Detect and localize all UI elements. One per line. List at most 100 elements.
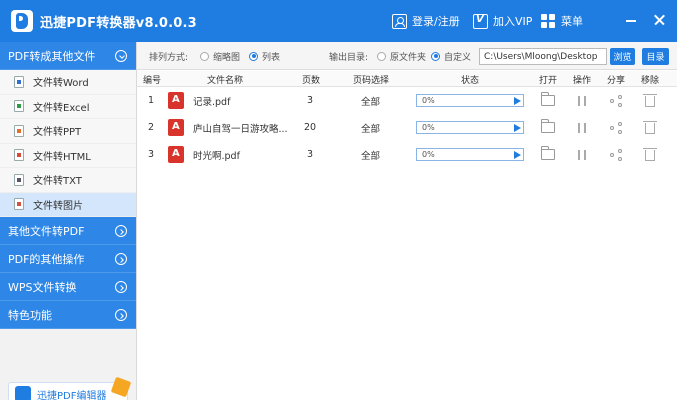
app-title: 迅捷PDF转换器v8.0.0.3 bbox=[40, 16, 197, 31]
output-path-input[interactable] bbox=[479, 48, 607, 65]
browse-button[interactable]: 浏览 bbox=[610, 48, 635, 65]
sidebar-item-excel[interactable]: 文件转Excel bbox=[0, 94, 136, 119]
sidebar-item-ppt[interactable]: 文件转PPT bbox=[0, 119, 136, 144]
sidebar-item-label: 文件转图片 bbox=[33, 200, 83, 212]
title-bar: 迅捷PDF转换器v8.0.0.3 登录/注册 加入VIP 菜单 bbox=[0, 0, 677, 42]
page-select[interactable]: 全部 bbox=[361, 87, 380, 114]
file-name-cell: 时光啊.pdf bbox=[168, 141, 240, 168]
share-icon[interactable] bbox=[610, 121, 622, 134]
radio-icon bbox=[200, 51, 209, 61]
header-status: 状态 bbox=[460, 76, 479, 86]
header-share: 分享 bbox=[606, 76, 625, 86]
chevron-right-icon bbox=[115, 253, 127, 265]
category-wps[interactable]: WPS文件转换 bbox=[0, 273, 136, 301]
page-count: 3 bbox=[307, 149, 314, 160]
header-name: 文件名称 bbox=[206, 76, 243, 86]
ppt-file-icon bbox=[14, 124, 24, 137]
excel-file-icon bbox=[14, 100, 24, 113]
category-pdf-to-other[interactable]: PDF转成其他文件 bbox=[0, 42, 136, 70]
progress-text: 0% bbox=[422, 123, 435, 132]
radio-selected-icon bbox=[249, 51, 258, 61]
sidebar-item-html[interactable]: 文件转HTML bbox=[0, 143, 136, 168]
category-label: 特色功能 bbox=[8, 308, 52, 322]
category-other-to-pdf[interactable]: 其他文件转PDF bbox=[0, 217, 136, 245]
header-action: 操作 bbox=[572, 76, 591, 86]
progress-bar: 0% bbox=[416, 121, 524, 134]
progress-text: 0% bbox=[422, 96, 435, 105]
sidebar: PDF转成其他文件 文件转Word 文件转Excel 文件转PPT 文件转HTM… bbox=[0, 42, 137, 400]
header-index: 编号 bbox=[142, 76, 161, 86]
output-original-label: 原文件夹 bbox=[390, 52, 427, 63]
chevron-right-icon bbox=[115, 309, 127, 321]
html-file-icon bbox=[14, 149, 24, 162]
category-label: PDF的其他操作 bbox=[8, 252, 85, 266]
login-label: 登录/注册 bbox=[412, 15, 460, 28]
header-remove: 移除 bbox=[640, 76, 659, 86]
sidebar-item-label: 文件转TXT bbox=[33, 176, 82, 188]
open-folder-icon[interactable] bbox=[541, 92, 555, 106]
output-original-option[interactable]: 原文件夹 bbox=[377, 42, 426, 70]
open-folder-icon[interactable] bbox=[541, 146, 555, 160]
chevron-down-icon bbox=[115, 50, 127, 62]
open-folder-icon[interactable] bbox=[541, 119, 555, 133]
start-play-icon[interactable] bbox=[514, 124, 521, 132]
main-panel: 排列方式: 缩略图 列表 输出目录: 原文件夹 自定义 浏览 目录 编号 文件名… bbox=[137, 42, 677, 400]
share-icon[interactable] bbox=[610, 94, 622, 107]
page-select[interactable]: 全部 bbox=[361, 114, 380, 141]
category-pdf-other-ops[interactable]: PDF的其他操作 bbox=[0, 245, 136, 273]
minimize-icon[interactable] bbox=[624, 13, 638, 27]
category-label: 其他文件转PDF bbox=[8, 224, 85, 238]
start-play-icon[interactable] bbox=[514, 151, 521, 159]
sort-list-option[interactable]: 列表 bbox=[249, 42, 280, 70]
vip-icon bbox=[473, 13, 488, 29]
radio-icon bbox=[377, 51, 386, 61]
sidebar-item-txt[interactable]: 文件转TXT bbox=[0, 168, 136, 193]
progress-bar: 0% bbox=[416, 94, 524, 107]
directory-button[interactable]: 目录 bbox=[642, 48, 669, 65]
txt-file-icon bbox=[14, 173, 24, 186]
word-file-icon bbox=[14, 75, 24, 88]
file-name-cell: 记录.pdf bbox=[168, 87, 230, 114]
header-pages: 页数 bbox=[301, 76, 320, 86]
progress-text: 0% bbox=[422, 150, 435, 159]
sort-thumbnail-option[interactable]: 缩略图 bbox=[200, 42, 240, 70]
sidebar-item-word[interactable]: 文件转Word bbox=[0, 70, 136, 95]
pause-icon[interactable] bbox=[578, 149, 586, 160]
trash-icon[interactable] bbox=[643, 94, 657, 107]
category-features[interactable]: 特色功能 bbox=[0, 301, 136, 329]
table-row: 2 庐山自驾一日游攻略... 20 全部 0% bbox=[137, 114, 677, 141]
status-cell: 0% bbox=[416, 87, 524, 114]
menu-label: 菜单 bbox=[561, 15, 583, 28]
sort-list-label: 列表 bbox=[262, 52, 281, 63]
promo-label: 迅捷PDF编辑器 bbox=[37, 390, 107, 400]
page-select[interactable]: 全部 bbox=[361, 141, 380, 168]
category-label: PDF转成其他文件 bbox=[8, 49, 96, 63]
close-icon[interactable] bbox=[652, 13, 666, 27]
sidebar-item-image[interactable]: 文件转图片 bbox=[0, 192, 136, 217]
image-file-icon bbox=[14, 198, 24, 211]
trash-icon[interactable] bbox=[643, 121, 657, 134]
page-count: 3 bbox=[307, 95, 314, 106]
file-name: 记录.pdf bbox=[193, 96, 231, 108]
app-logo-icon bbox=[11, 10, 33, 32]
pause-icon[interactable] bbox=[578, 95, 586, 106]
pdf-editor-promo[interactable]: 迅捷PDF编辑器 bbox=[8, 376, 132, 400]
trash-icon[interactable] bbox=[643, 148, 657, 161]
vip-button[interactable]: 加入VIP bbox=[473, 12, 532, 30]
start-play-icon[interactable] bbox=[514, 97, 521, 105]
sort-thumbnail-label: 缩略图 bbox=[213, 52, 241, 63]
radio-selected-icon bbox=[431, 51, 440, 61]
status-cell: 0% bbox=[416, 141, 524, 168]
share-icon[interactable] bbox=[610, 148, 622, 161]
login-button[interactable]: 登录/注册 bbox=[392, 12, 460, 30]
sidebar-item-label: 文件转HTML bbox=[33, 151, 91, 163]
table-header: 编号 文件名称 页数 页码选择 状态 打开 操作 分享 移除 bbox=[137, 71, 677, 87]
menu-button[interactable]: 菜单 bbox=[541, 12, 583, 30]
pdf-editor-logo-icon bbox=[15, 386, 31, 400]
pause-icon[interactable] bbox=[578, 122, 586, 133]
table-row: 3 时光啊.pdf 3 全部 0% bbox=[137, 141, 677, 168]
output-label: 输出目录: bbox=[329, 52, 369, 63]
row-index: 3 bbox=[148, 149, 155, 160]
output-custom-option[interactable]: 自定义 bbox=[431, 42, 471, 70]
file-name: 庐山自驾一日游攻略... bbox=[193, 123, 288, 135]
